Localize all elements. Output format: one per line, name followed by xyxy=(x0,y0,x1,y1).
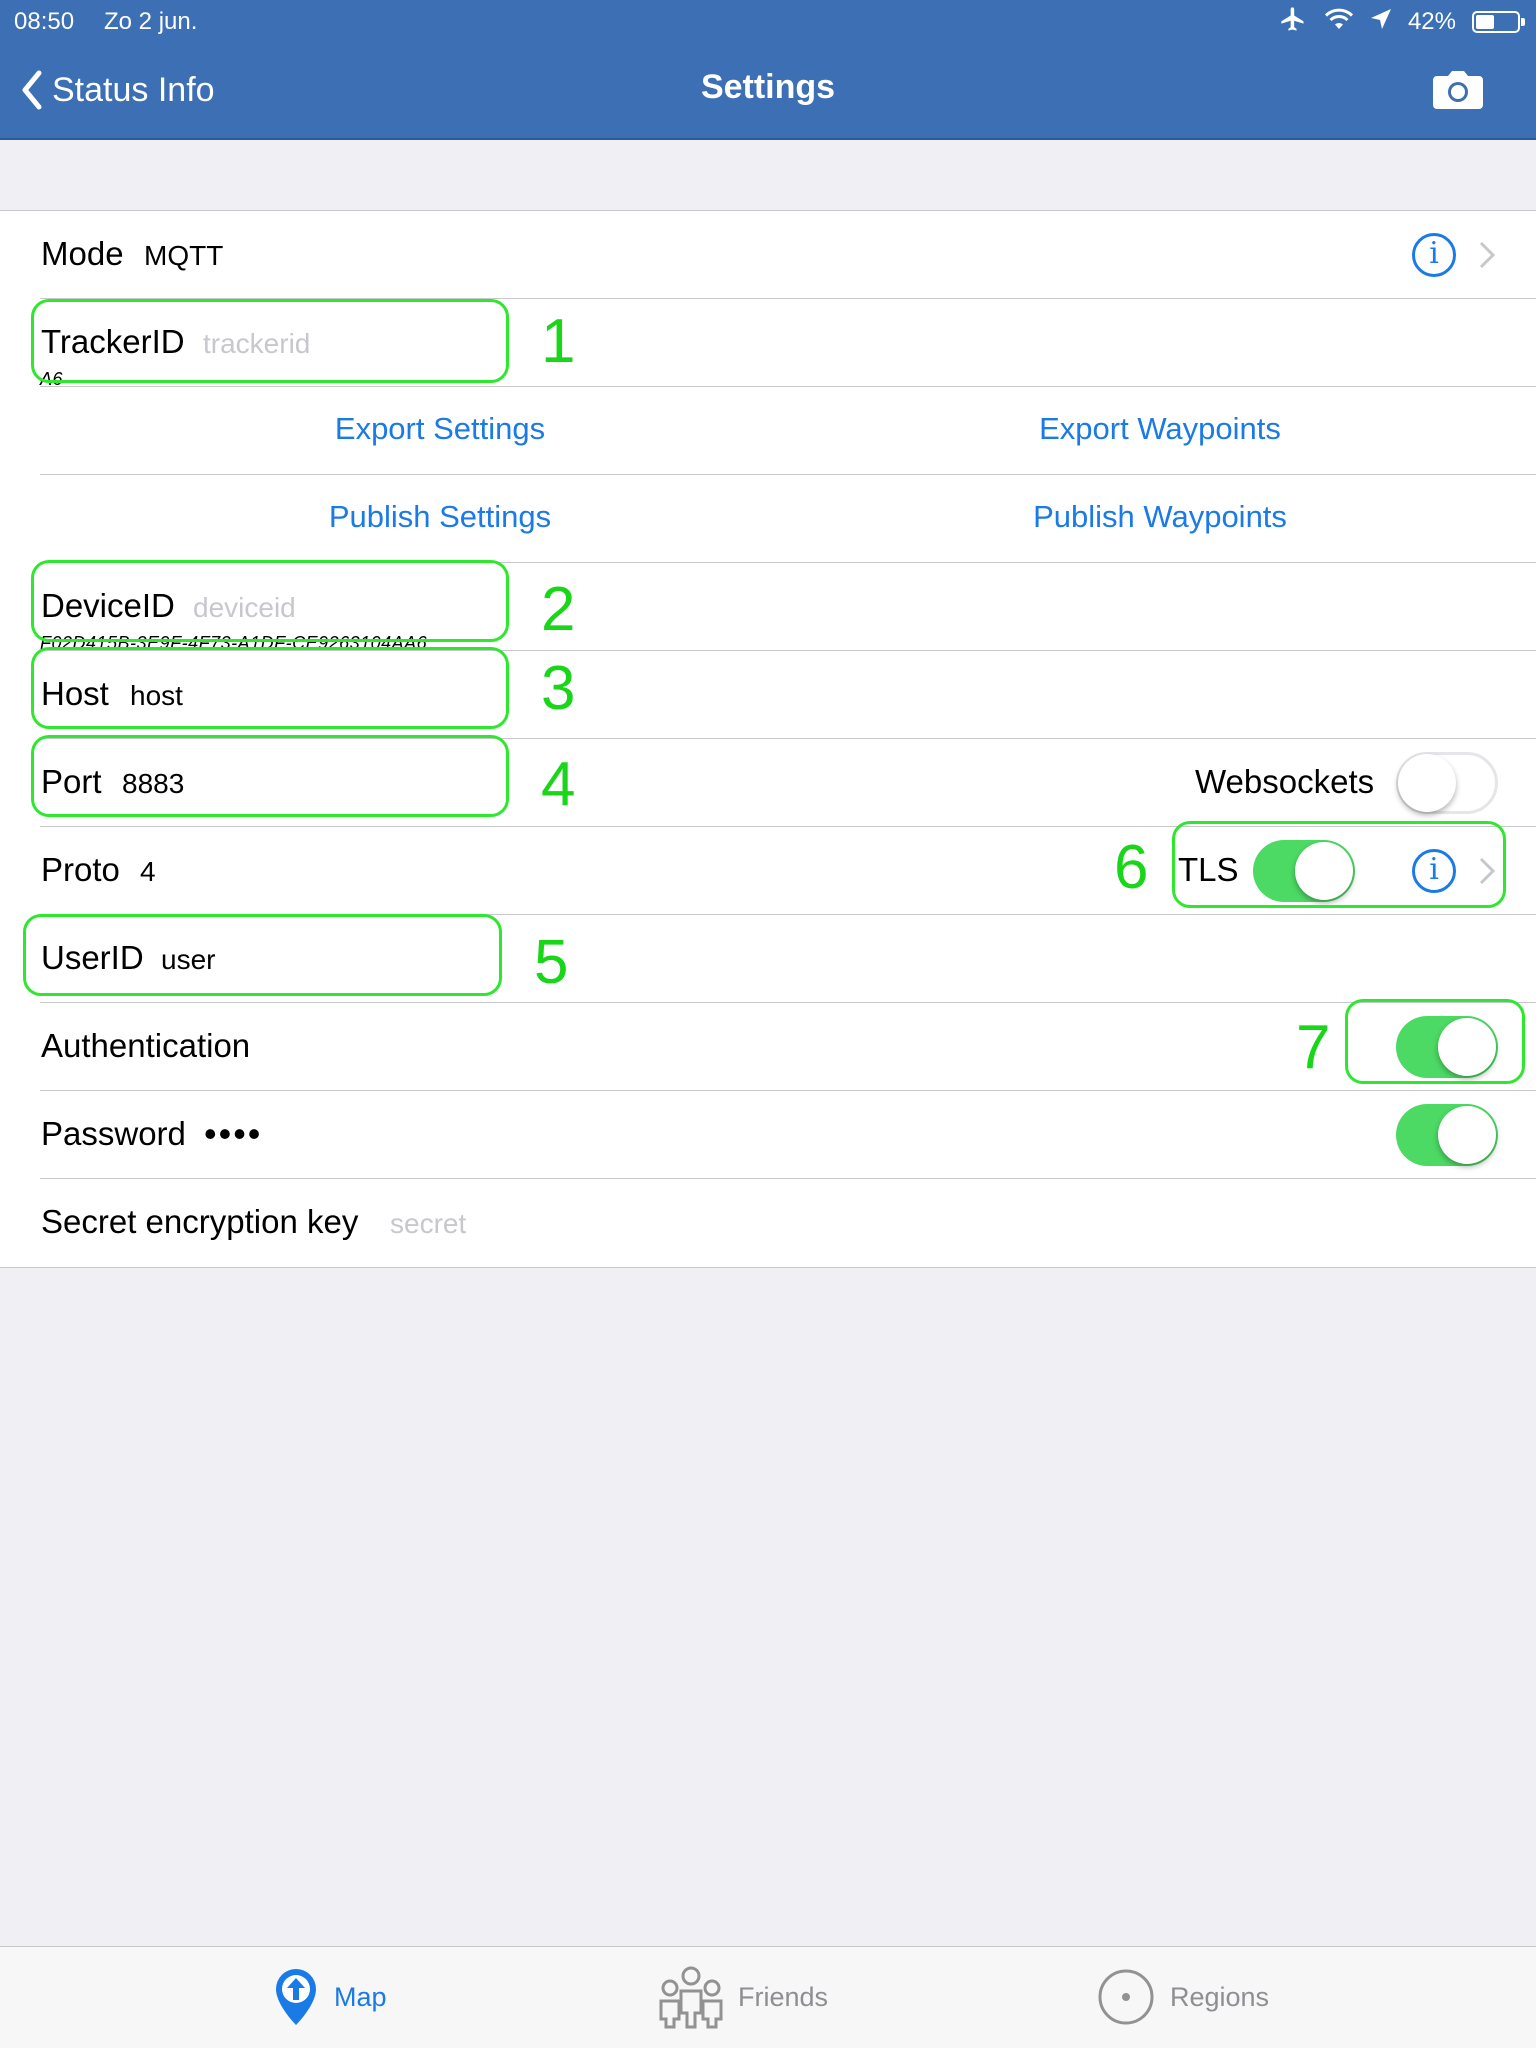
tab-map-label: Map xyxy=(334,1981,387,2012)
chevron-left-icon xyxy=(22,70,42,110)
battery-icon xyxy=(1472,11,1525,33)
websockets-toggle[interactable] xyxy=(1396,752,1498,814)
mode-row[interactable]: Mode MQTT i xyxy=(40,211,1536,299)
publish-settings-button[interactable]: Publish Settings xyxy=(250,499,630,535)
publish-waypoints-button[interactable]: Publish Waypoints xyxy=(970,499,1350,535)
regions-icon xyxy=(1098,1969,1154,2025)
export-settings-button[interactable]: Export Settings xyxy=(250,411,630,447)
proto-label: Proto xyxy=(41,851,120,888)
port-row[interactable]: Port 8883 Websockets xyxy=(40,739,1536,827)
tls-label: TLS xyxy=(1178,851,1239,888)
tls-info-icon[interactable]: i xyxy=(1412,849,1456,893)
password-label: Password xyxy=(41,1115,186,1152)
secret-key-label: Secret encryption key xyxy=(41,1203,359,1240)
location-arrow-icon xyxy=(1370,8,1392,37)
friends-icon xyxy=(659,1966,723,2029)
wifi-icon xyxy=(1324,7,1354,38)
settings-list: Mode MQTT i TrackerID trackerid A6 Expor… xyxy=(0,210,1536,1268)
status-time: 08:50 xyxy=(14,8,75,35)
airplane-icon xyxy=(1278,5,1308,40)
device-id-label: DeviceID xyxy=(41,587,175,624)
host-input[interactable]: host xyxy=(130,680,183,712)
publish-row: Publish Settings Publish Waypoints xyxy=(40,475,1536,563)
host-row[interactable]: Host host xyxy=(40,651,1536,739)
tab-friends[interactable]: Friends xyxy=(658,1965,828,2029)
user-id-row[interactable]: UserID user xyxy=(40,915,1536,1003)
export-waypoints-button[interactable]: Export Waypoints xyxy=(970,411,1350,447)
status-date: Zo 2 jun. xyxy=(104,8,198,35)
tab-map[interactable]: Map xyxy=(272,1965,387,2029)
status-icons: 42% xyxy=(1278,5,1525,40)
password-toggle[interactable] xyxy=(1396,1104,1498,1166)
toggle-knob xyxy=(1295,842,1353,900)
proto-input[interactable]: 4 xyxy=(140,856,156,888)
authentication-row[interactable]: Authentication xyxy=(40,1003,1536,1091)
map-pin-icon xyxy=(276,1969,316,2025)
battery-percent: 42% xyxy=(1407,8,1456,35)
secret-key-input[interactable]: secret xyxy=(390,1208,466,1240)
mode-info-icon[interactable]: i xyxy=(1412,233,1456,277)
secret-key-row[interactable]: Secret encryption key secret xyxy=(40,1179,1536,1267)
toggle-knob xyxy=(1438,1106,1496,1164)
port-label: Port xyxy=(41,763,102,800)
websockets-label: Websockets xyxy=(1195,763,1375,800)
authentication-toggle[interactable] xyxy=(1396,1016,1498,1078)
device-id-input[interactable]: deviceid xyxy=(193,592,296,624)
tab-bar: Map Friends Regions xyxy=(0,1946,1536,2048)
tab-friends-label: Friends xyxy=(738,1981,829,2012)
tab-regions-label: Regions xyxy=(1170,1981,1270,2012)
port-input[interactable]: 8883 xyxy=(122,768,184,800)
user-id-label: UserID xyxy=(41,939,144,976)
tls-toggle[interactable] xyxy=(1253,840,1355,902)
chevron-right-icon[interactable] xyxy=(1478,239,1496,271)
password-row[interactable]: Password •••• xyxy=(40,1091,1536,1179)
mode-value: MQTT xyxy=(144,240,224,271)
chevron-right-icon[interactable] xyxy=(1478,855,1496,887)
back-button[interactable]: Status Info xyxy=(22,64,215,116)
user-id-input[interactable]: user xyxy=(161,944,215,976)
tracker-id-row[interactable]: TrackerID trackerid A6 xyxy=(40,299,1536,389)
back-label: Status Info xyxy=(52,70,215,109)
camera-icon[interactable] xyxy=(1432,70,1484,110)
host-label: Host xyxy=(41,675,109,712)
navigation-bar: 08:50 Zo 2 jun. 42% Status Info Settings xyxy=(0,0,1536,140)
tracker-id-input[interactable]: trackerid xyxy=(203,328,310,360)
tracker-id-label: TrackerID xyxy=(41,323,185,360)
toggle-knob xyxy=(1438,1018,1496,1076)
authentication-label: Authentication xyxy=(41,1027,251,1064)
tab-regions[interactable]: Regions xyxy=(1096,1965,1269,2029)
export-row: Export Settings Export Waypoints xyxy=(40,387,1536,475)
proto-row[interactable]: Proto 4 TLS i xyxy=(40,827,1536,915)
device-id-row[interactable]: DeviceID deviceid F02D415B-3E9F-4F73-A1D… xyxy=(40,563,1536,653)
toggle-knob xyxy=(1398,754,1456,812)
password-input[interactable]: •••• xyxy=(204,1113,262,1155)
page-title: Settings xyxy=(700,68,836,106)
mode-label: Mode xyxy=(41,235,124,272)
